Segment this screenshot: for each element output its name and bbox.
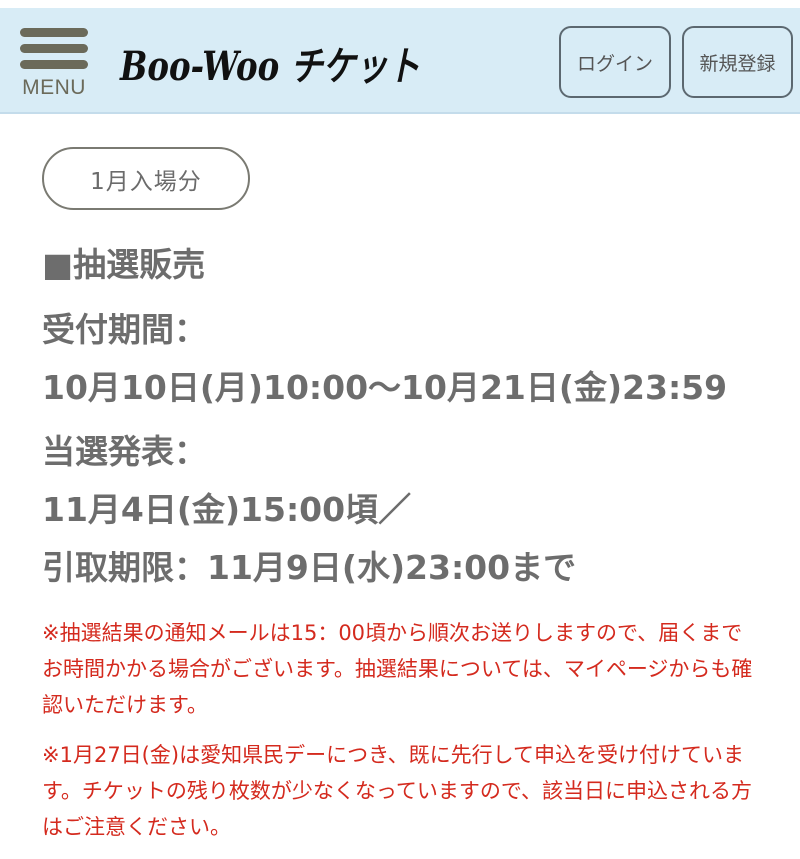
menu-button[interactable]: MENU <box>20 24 88 104</box>
month-badge: 1月入場分 <box>42 147 250 210</box>
announcement-label: 当選発表： <box>42 432 207 471</box>
hamburger-icon-bar <box>20 44 88 53</box>
login-button[interactable]: ログイン <box>559 26 671 98</box>
section-title: ■抽選販売 <box>42 245 206 284</box>
hamburger-icon-bar <box>20 28 88 37</box>
hamburger-icon-bar <box>20 60 88 69</box>
register-button[interactable]: 新規登録 <box>682 26 793 98</box>
announcement-date: 11月4日(金)15:00頃／ <box>42 490 412 529</box>
pickup-deadline: 引取期限：11月9日(水)23:00まで <box>42 548 577 587</box>
aichi-day-note: ※1月27日(金)は愛知県民デーにつき、既に先行して申込を受け付けています。チケ… <box>42 743 753 839</box>
logo-text: Boo-Woo チケット <box>119 43 420 90</box>
menu-label: MENU <box>22 76 86 99</box>
lottery-result-note: ※抽選結果の通知メールは15：00頃から順次お送りしますので、届くまでお時間かか… <box>42 621 753 717</box>
page: MENU Boo-Woo チケット ログイン 新規登録 1月入場分 ■抽選販売 … <box>0 0 800 859</box>
reception-period: 10月10日(月)10:00〜10月21日(金)23:59 <box>42 368 728 407</box>
reception-label: 受付期間： <box>42 310 207 349</box>
site-header: MENU Boo-Woo チケット ログイン 新規登録 <box>0 8 800 114</box>
site-logo[interactable]: Boo-Woo チケット <box>118 28 423 96</box>
